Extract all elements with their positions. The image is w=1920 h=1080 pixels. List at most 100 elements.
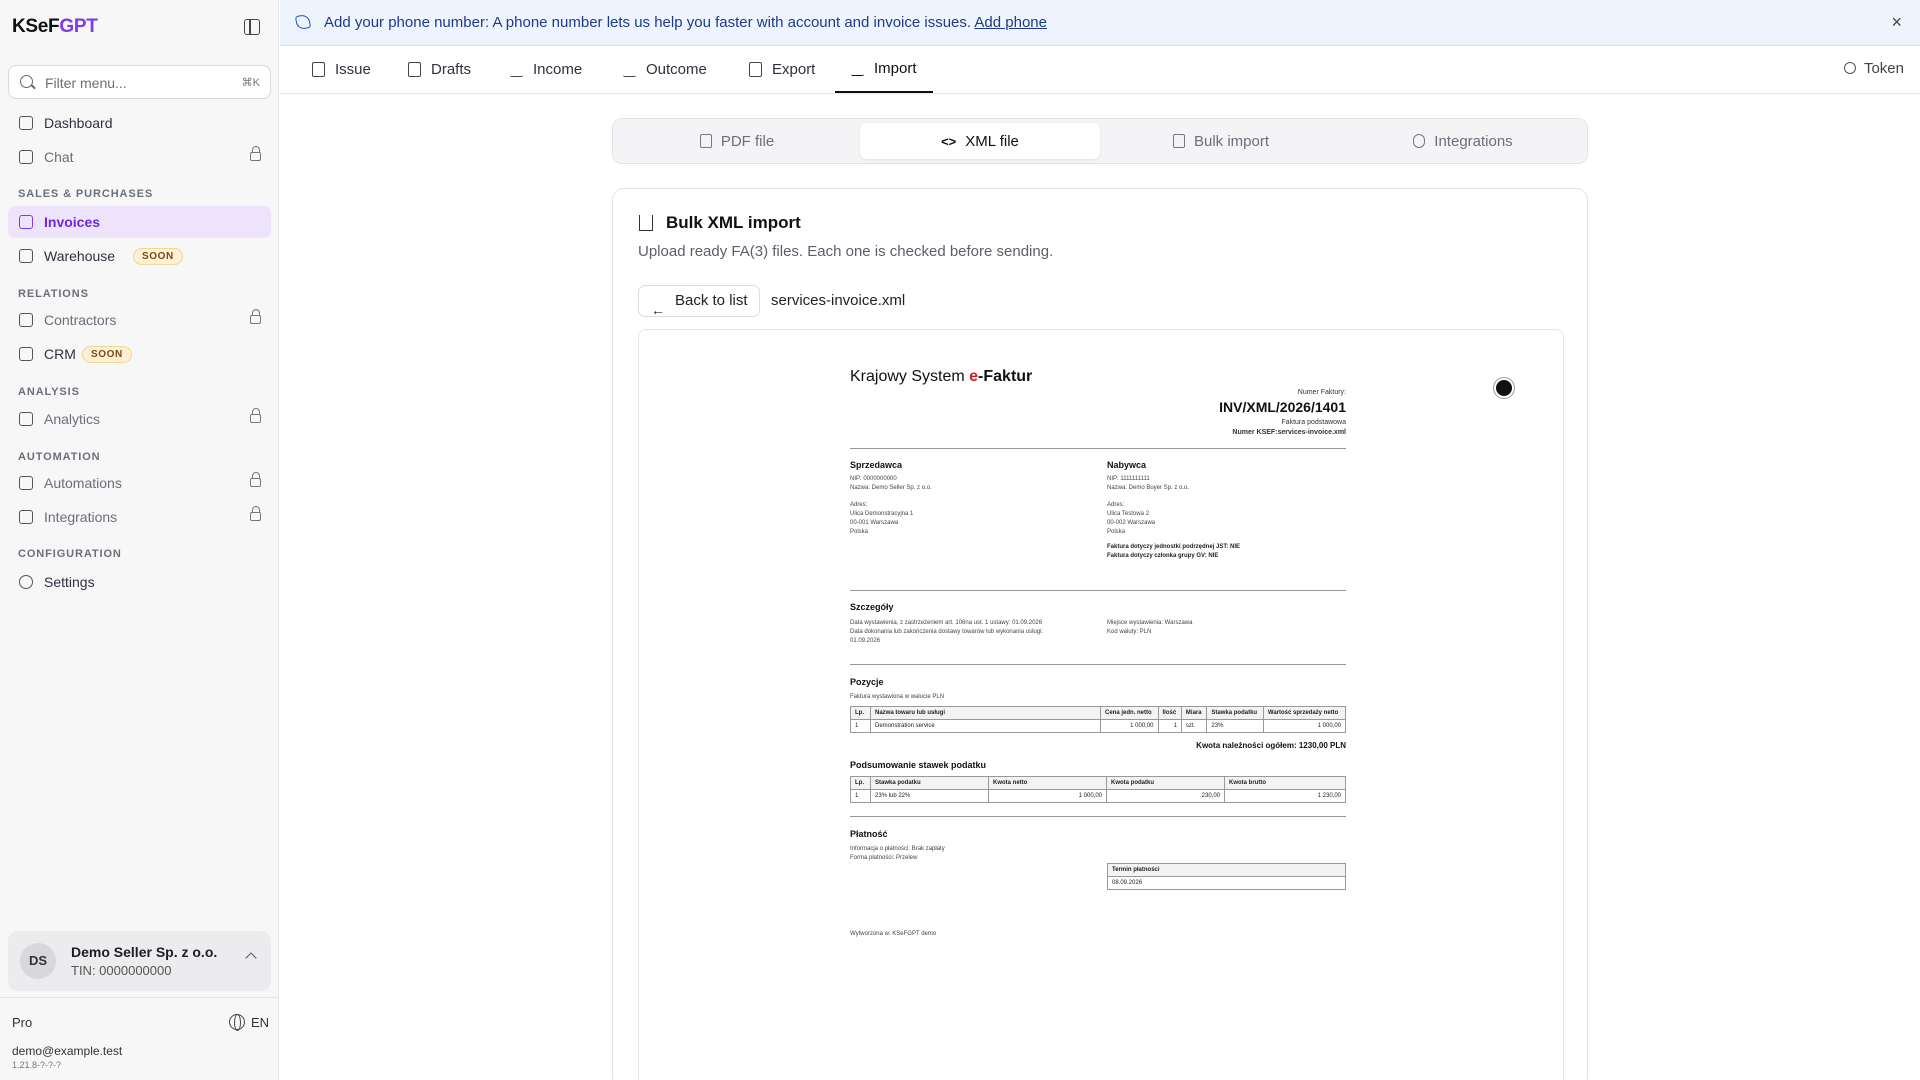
import-mode-tabs: PDF file <> XML file Bulk import Integrat… [612,118,1588,164]
file-plus-icon [312,62,325,77]
draft-icon [408,62,421,77]
main-tabs: Issue Drafts Income Outcome Export Impor… [280,46,1920,94]
subtab-bulk[interactable]: Bulk import [1101,123,1341,159]
lock-icon [250,506,261,521]
sidebar-item-chat[interactable]: Chat [8,141,271,173]
generated-by: Wytworzona w: KSeFGPT demo [850,931,937,937]
ksef-brand: Krajowy System e-Faktur [850,368,1033,385]
buyer-gv-flag: Faktura dotyczy członka grupy GV: NIE [1107,553,1219,559]
seller-heading: Sprzedawca [850,460,903,470]
invoice-number-label: Numer Faktury: [1297,389,1346,396]
soon-badge: SOON [82,346,132,363]
cursor-indicator [1494,378,1514,398]
divider [850,448,1346,449]
lock-icon [250,408,261,423]
key-icon [1843,62,1856,74]
back-to-list-button[interactable]: ← Back to list [638,285,760,318]
sidebar-item-invoices[interactable]: Invoices [8,206,271,238]
buyer-address-label: Adres: [1107,502,1125,508]
tab-issue[interactable]: Issue [312,46,371,93]
invoice-kind: Faktura podstawowa [1281,419,1346,426]
tab-export[interactable]: Export [749,46,815,93]
sidebar-item-crm[interactable]: CRM SOON [8,338,271,370]
sidebar-item-dashboard[interactable]: Dashboard [8,107,271,139]
due-date-table: Termin płatności 08.09.2026 [1107,863,1346,890]
divider [850,590,1346,591]
lock-icon [250,309,261,324]
upload-icon [851,61,864,76]
buyer-address: 00-002 Warszawa [1107,520,1156,526]
seller-address: 00-001 Warszawa [850,520,899,526]
arrow-left-icon: ← [651,302,665,318]
company-tin: TIN: 0000000000 [71,963,172,978]
chat-icon [19,150,33,164]
section-label-analysis: ANALYSIS [18,386,80,398]
plug-icon [19,510,33,524]
payment-info: Informacja o płatności: Brak zapłaty [850,846,945,852]
table-header: Lp. Nazwa towaru lub usługi Cena jedn. n… [850,706,1347,720]
buyer-address: Polska [1107,529,1126,535]
payment-heading: Płatność [850,829,888,839]
delivery-date-label: Data dokonania lub zakończenia dostawy t… [850,629,1044,635]
buyer-address: Ulica Testowa 2 [1107,511,1149,517]
plan-label: Pro [12,1015,33,1030]
invoice-preview[interactable]: Krajowy System e-Faktur Numer Faktury: I… [638,329,1564,1080]
divider [850,664,1346,665]
invoice-number: INV/XML/2026/1401 [1219,399,1346,415]
buyer-heading: Nabywca [1107,460,1147,470]
table-row: 1 23% lub 22% 1 000,00 230,00 1 230,00 [850,789,1346,803]
phone-icon [294,13,312,31]
buyer-jst-flag: Faktura dotyczy jednostki podrzędnej JST… [1107,544,1241,550]
subtab-pdf[interactable]: PDF file [617,123,857,159]
section-label-relations: RELATIONS [18,288,89,300]
sidebar-item-integrations[interactable]: Integrations [8,501,271,533]
tab-income[interactable]: Income [510,46,582,93]
box-icon [19,249,33,263]
positions-table: Lp. Nazwa towaru lub usługi Cena jedn. n… [850,706,1347,733]
sidebar-item-automations[interactable]: Automations [8,467,271,499]
sidebar-item-contractors[interactable]: Contractors [8,304,271,336]
users-icon [19,313,33,327]
sidebar-toggle-icon[interactable] [244,19,260,35]
seller-nip: NIP: 0000000000 [850,476,897,482]
issue-place: Miejsce wystawienia: Warszawa [1107,620,1193,626]
card-title: Bulk XML import [666,213,801,232]
tab-outcome[interactable]: Outcome [623,46,707,93]
tab-import[interactable]: Import [835,46,933,93]
ksef-number: Numer KSEF:services-invoice.xml [1232,429,1346,436]
sidebar-item-warehouse[interactable]: Warehouse SOON [8,240,271,272]
language-selector[interactable]: EN [251,1015,269,1030]
section-label-sales: SALES & PURCHASES [18,188,154,200]
subtab-integrations[interactable]: Integrations [1343,123,1583,159]
add-phone-link[interactable]: Add phone [974,14,1047,31]
account-switcher[interactable]: DS Demo Seller Sp. z o.o. TIN: 000000000… [8,931,271,991]
plug-icon [1413,134,1426,148]
app-logo[interactable]: KSeFGPT [12,16,98,38]
upload-icon [623,62,636,77]
buyer-name: Nazwa: Demo Buyer Sp. z o.o. [1107,485,1190,491]
seller-address: Ulica Demonstracyjna 1 [850,511,914,517]
workflow-icon [19,476,33,490]
section-label-configuration: CONFIGURATION [18,548,122,560]
tab-drafts[interactable]: Drafts [408,46,471,93]
token-button[interactable]: Token [1843,60,1904,77]
contact-icon [19,347,33,361]
sidebar-item-analytics[interactable]: Analytics [8,403,271,435]
sidebar: KSeFGPT Filter menu... ⌘K Dashboard Chat… [0,0,279,1080]
search-icon [20,75,33,88]
payment-form: Forma płatności: Przelew [850,855,918,861]
filter-menu-input[interactable]: Filter menu... ⌘K [8,65,271,99]
chart-icon [19,412,33,426]
globe-icon[interactable] [229,1014,245,1031]
divider [850,816,1346,817]
code-icon: <> [941,133,957,149]
download-icon [510,62,523,77]
invoice-icon [19,215,33,229]
phone-banner: Add your phone number: A phone number le… [280,0,1920,46]
sidebar-item-settings[interactable]: Settings [8,566,271,598]
table-header: Lp. Stawka podatku Kwota netto Kwota pod… [850,776,1346,790]
close-icon[interactable]: × [1891,12,1902,33]
subtab-xml[interactable]: <> XML file [860,123,1100,159]
gear-icon [19,575,33,589]
due-date-label: Termin płatności [1107,863,1346,877]
